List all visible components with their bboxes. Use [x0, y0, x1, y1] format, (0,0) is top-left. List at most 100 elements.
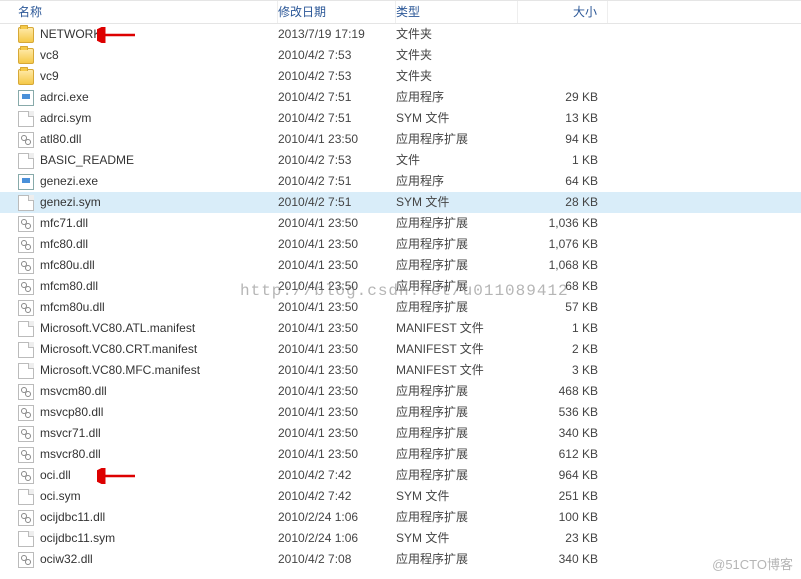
- file-row[interactable]: ocijdbc11.dll2010/2/24 1:06应用程序扩展100 KB: [0, 507, 801, 528]
- exe-icon: [18, 174, 34, 190]
- file-date-cell: 2013/7/19 17:19: [278, 24, 396, 45]
- file-size-cell: 612 KB: [518, 444, 608, 465]
- file-name-cell[interactable]: vc8: [0, 45, 278, 66]
- file-name-cell[interactable]: msvcr71.dll: [0, 423, 278, 444]
- file-name-cell[interactable]: msvcm80.dll: [0, 381, 278, 402]
- file-name-cell[interactable]: Microsoft.VC80.ATL.manifest: [0, 318, 278, 339]
- file-name-cell[interactable]: genezi.sym: [0, 192, 278, 213]
- file-name-label: msvcm80.dll: [40, 381, 107, 402]
- file-type-cell: 应用程序扩展: [396, 255, 518, 276]
- file-name-label: genezi.sym: [40, 192, 101, 213]
- file-name-label: mfcm80u.dll: [40, 297, 105, 318]
- file-name-label: vc9: [40, 66, 59, 87]
- file-row[interactable]: msvcm80.dll2010/4/1 23:50应用程序扩展468 KB: [0, 381, 801, 402]
- file-name-cell[interactable]: atl80.dll: [0, 129, 278, 150]
- file-date-cell: 2010/4/1 23:50: [278, 360, 396, 381]
- file-name-cell[interactable]: Microsoft.VC80.MFC.manifest: [0, 360, 278, 381]
- file-name-label: oci.dll: [40, 465, 71, 486]
- dll-icon: [18, 132, 34, 148]
- file-type-cell: SYM 文件: [396, 192, 518, 213]
- file-date-cell: 2010/4/2 7:53: [278, 66, 396, 87]
- file-size-cell: 2 KB: [518, 339, 608, 360]
- file-row[interactable]: adrci.exe2010/4/2 7:51应用程序29 KB: [0, 87, 801, 108]
- file-name-cell[interactable]: mfc71.dll: [0, 213, 278, 234]
- file-name-cell[interactable]: oci.dll: [0, 465, 278, 486]
- file-name-cell[interactable]: msvcp80.dll: [0, 402, 278, 423]
- file-type-cell: 文件夹: [396, 66, 518, 87]
- file-size-cell: 964 KB: [518, 465, 608, 486]
- file-name-cell[interactable]: ocijdbc11.dll: [0, 507, 278, 528]
- file-date-cell: 2010/4/1 23:50: [278, 402, 396, 423]
- file-row[interactable]: Microsoft.VC80.CRT.manifest2010/4/1 23:5…: [0, 339, 801, 360]
- file-name-cell[interactable]: NETWORK: [0, 24, 278, 45]
- file-row[interactable]: Microsoft.VC80.MFC.manifest2010/4/1 23:5…: [0, 360, 801, 381]
- file-type-cell: 应用程序扩展: [396, 297, 518, 318]
- file-row[interactable]: msvcr71.dll2010/4/1 23:50应用程序扩展340 KB: [0, 423, 801, 444]
- file-name-label: genezi.exe: [40, 171, 98, 192]
- file-name-label: adrci.exe: [40, 87, 89, 108]
- column-header-size[interactable]: 大小: [518, 1, 608, 23]
- file-row[interactable]: mfcm80.dll2010/4/1 23:50应用程序扩展68 KB: [0, 276, 801, 297]
- file-name-cell[interactable]: mfc80u.dll: [0, 255, 278, 276]
- file-row[interactable]: adrci.sym2010/4/2 7:51SYM 文件13 KB: [0, 108, 801, 129]
- column-header-name[interactable]: 名称: [0, 1, 278, 23]
- file-icon: [18, 531, 34, 547]
- file-name-cell[interactable]: adrci.exe: [0, 87, 278, 108]
- file-row[interactable]: Microsoft.VC80.ATL.manifest2010/4/1 23:5…: [0, 318, 801, 339]
- file-row[interactable]: oci.dll2010/4/2 7:42应用程序扩展964 KB: [0, 465, 801, 486]
- file-name-cell[interactable]: mfcm80u.dll: [0, 297, 278, 318]
- file-name-cell[interactable]: mfc80.dll: [0, 234, 278, 255]
- file-name-cell[interactable]: mfcm80.dll: [0, 276, 278, 297]
- file-row[interactable]: mfc71.dll2010/4/1 23:50应用程序扩展1,036 KB: [0, 213, 801, 234]
- file-row[interactable]: genezi.exe2010/4/2 7:51应用程序64 KB: [0, 171, 801, 192]
- file-icon: [18, 195, 34, 211]
- file-name-cell[interactable]: Microsoft.VC80.CRT.manifest: [0, 339, 278, 360]
- file-row[interactable]: ociw32.dll2010/4/2 7:08应用程序扩展340 KB: [0, 549, 801, 570]
- file-date-cell: 2010/4/1 23:50: [278, 255, 396, 276]
- file-row[interactable]: mfc80.dll2010/4/1 23:50应用程序扩展1,076 KB: [0, 234, 801, 255]
- file-name-cell[interactable]: ociw32.dll: [0, 549, 278, 570]
- file-row[interactable]: msvcp80.dll2010/4/1 23:50应用程序扩展536 KB: [0, 402, 801, 423]
- file-date-cell: 2010/4/2 7:51: [278, 108, 396, 129]
- dll-icon: [18, 384, 34, 400]
- column-header-date[interactable]: 修改日期: [278, 1, 396, 23]
- file-size-cell: 1,036 KB: [518, 213, 608, 234]
- dll-icon: [18, 258, 34, 274]
- file-size-cell: 57 KB: [518, 297, 608, 318]
- file-name-cell[interactable]: genezi.exe: [0, 171, 278, 192]
- file-size-cell: 13 KB: [518, 108, 608, 129]
- file-row[interactable]: genezi.sym2010/4/2 7:51SYM 文件28 KB: [0, 192, 801, 213]
- file-name-cell[interactable]: BASIC_README: [0, 150, 278, 171]
- dll-icon: [18, 510, 34, 526]
- file-row[interactable]: NETWORK2013/7/19 17:19文件夹: [0, 24, 801, 45]
- file-row[interactable]: vc9 2010/4/2 7:53文件夹: [0, 66, 801, 87]
- file-type-cell: 应用程序扩展: [396, 465, 518, 486]
- file-row[interactable]: ocijdbc11.sym2010/2/24 1:06SYM 文件23 KB: [0, 528, 801, 549]
- file-type-cell: 文件夹: [396, 45, 518, 66]
- file-name-cell[interactable]: oci.sym: [0, 486, 278, 507]
- file-row[interactable]: msvcr80.dll2010/4/1 23:50应用程序扩展612 KB: [0, 444, 801, 465]
- file-size-cell: 94 KB: [518, 129, 608, 150]
- file-row[interactable]: atl80.dll2010/4/1 23:50应用程序扩展94 KB: [0, 129, 801, 150]
- file-size-cell: 23 KB: [518, 528, 608, 549]
- file-type-cell: MANIFEST 文件: [396, 318, 518, 339]
- file-icon: [18, 321, 34, 337]
- file-row[interactable]: oci.sym2010/4/2 7:42SYM 文件251 KB: [0, 486, 801, 507]
- file-name-cell[interactable]: adrci.sym: [0, 108, 278, 129]
- file-name-label: mfc80.dll: [40, 234, 88, 255]
- file-name-label: mfc71.dll: [40, 213, 88, 234]
- column-header-type[interactable]: 类型: [396, 1, 518, 23]
- file-date-cell: 2010/4/1 23:50: [278, 213, 396, 234]
- file-date-cell: 2010/4/2 7:08: [278, 549, 396, 570]
- file-row[interactable]: BASIC_README2010/4/2 7:53文件1 KB: [0, 150, 801, 171]
- file-size-cell: 1,076 KB: [518, 234, 608, 255]
- file-name-cell[interactable]: vc9: [0, 66, 278, 87]
- file-row[interactable]: mfc80u.dll2010/4/1 23:50应用程序扩展1,068 KB: [0, 255, 801, 276]
- file-row[interactable]: vc82010/4/2 7:53文件夹: [0, 45, 801, 66]
- file-name-label: oci.sym: [40, 486, 81, 507]
- file-size-cell: 1,068 KB: [518, 255, 608, 276]
- file-type-cell: SYM 文件: [396, 486, 518, 507]
- file-row[interactable]: mfcm80u.dll2010/4/1 23:50应用程序扩展57 KB: [0, 297, 801, 318]
- file-name-cell[interactable]: ocijdbc11.sym: [0, 528, 278, 549]
- file-name-cell[interactable]: msvcr80.dll: [0, 444, 278, 465]
